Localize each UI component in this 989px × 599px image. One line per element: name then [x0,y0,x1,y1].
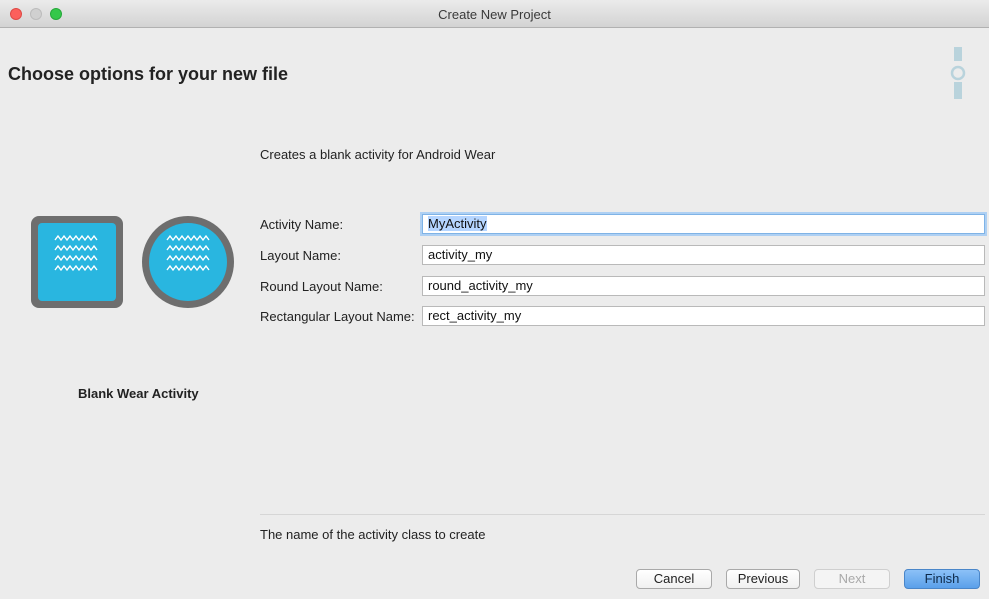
round-layout-name-label: Round Layout Name: [260,279,383,294]
next-button[interactable]: Next [814,569,890,589]
rect-layout-name-row: Rectangular Layout Name: rect_activity_m… [260,306,985,326]
wizard-header: Choose options for your new file [0,28,989,122]
round-layout-name-input[interactable]: round_activity_my [422,276,985,296]
activity-name-label: Activity Name: [260,217,344,232]
activity-name-value: MyActivity [428,216,487,231]
template-name: Blank Wear Activity [78,386,199,401]
rect-layout-name-label: Rectangular Layout Name: [260,309,415,324]
activity-name-input[interactable]: MyActivity [422,214,985,234]
finish-button[interactable]: Finish [904,569,980,589]
hint-divider [260,514,985,515]
round-layout-name-row: Round Layout Name: round_activity_my [260,276,985,296]
activity-name-row: Activity Name: MyActivity [260,214,985,234]
title-bar: Create New Project [0,0,989,28]
rect-layout-name-input[interactable]: rect_activity_my [422,306,985,326]
round-watch-icon [142,216,234,308]
template-description: Creates a blank activity for Android Wea… [260,147,496,162]
cancel-button[interactable]: Cancel [636,569,712,589]
layout-name-row: Layout Name: activity_my [260,245,985,265]
layout-name-label: Layout Name: [260,248,341,263]
layout-name-input[interactable]: activity_my [422,245,985,265]
field-hint: The name of the activity class to create [260,527,486,542]
square-watch-icon [31,216,123,308]
template-preview [31,216,234,308]
window-title: Create New Project [438,7,551,22]
page-title: Choose options for your new file [8,64,289,84]
android-wear-icon [950,47,966,99]
create-project-window: Create New Project Choose options for yo… [0,0,989,599]
previous-button[interactable]: Previous [726,569,800,589]
